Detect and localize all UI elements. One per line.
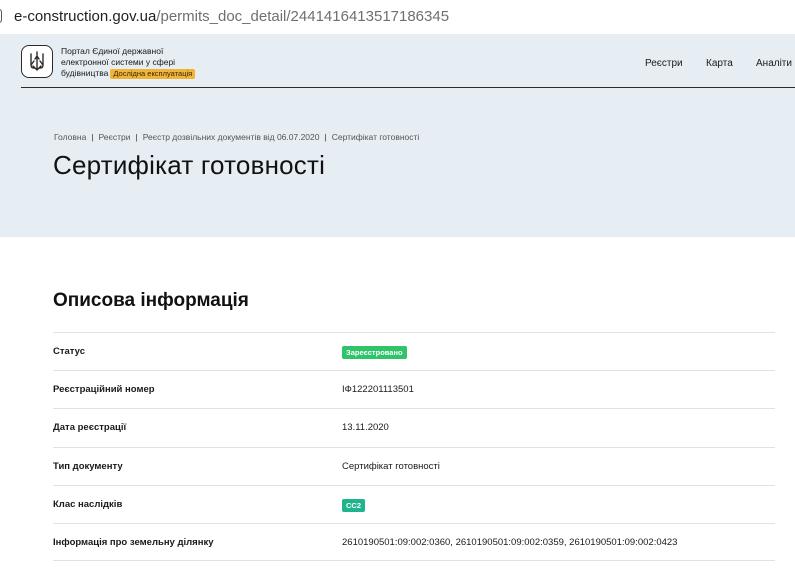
info-table: Статус Зареєстровано Реєстраційний номер… [53,332,775,562]
url-host: e-construction.gov.ua [14,8,157,25]
address-bar[interactable]: e-construction.gov.ua/permits_doc_detail… [0,0,795,34]
status-badge: Зареєстровано [342,346,407,359]
info-label: Клас наслідків [53,498,123,510]
info-label: Статус [53,346,86,357]
info-label: Тип документу [53,460,123,472]
trident-icon [30,50,44,71]
info-row-land-plot: Інформація про земельну ділянку 26101905… [53,522,775,562]
consequence-class-badge: СС2 [342,498,366,512]
page-title: Сертифікат готовності [53,150,326,180]
info-label: Реєстраційний номер [53,384,155,396]
nav-registries[interactable]: Реєстри [645,58,683,69]
site-header: Портал Єдиної державної електронної сист… [21,40,795,88]
info-value: 2610190501:09:002:0360, 2610190501:09:00… [342,536,678,548]
breadcrumb-separator: | [135,132,138,142]
breadcrumb-home[interactable]: Головна [54,132,86,142]
info-label: Дата реєстрації [53,422,127,434]
lock-icon [0,9,2,23]
breadcrumb-separator: | [91,132,94,142]
info-value: 13.11.2020 [342,422,389,434]
url-text[interactable]: e-construction.gov.ua/permits_doc_detail… [14,8,449,26]
info-row-document-type: Тип документу Сертифікат готовності [53,446,775,485]
section-title: Описова інформація [53,290,249,311]
info-value: ІФ122201113501 [342,384,414,396]
nav-map[interactable]: Карта [706,58,733,69]
info-row-consequence-class: Клас наслідків СС2 [53,484,775,523]
info-label: Інформація про земельну ділянку [53,536,214,548]
breadcrumb: Головна | Реєстри | Реєстр дозвільних докуме… [54,132,419,142]
breadcrumb-current: Сертифікат готовності [331,132,420,142]
nav-analytics[interactable]: Аналіти [756,58,792,69]
portal-name-line2: електронної системи у сфері [61,57,176,67]
portal-name-line1: Портал Єдиної державної [61,46,164,56]
url-path: /permits_doc_detail/2441416413517186345 [156,8,450,25]
trial-badge: Дослідна експлуатація [110,69,196,79]
breadcrumb-registry[interactable]: Реєстр дозвільних документів від 06.07.2… [143,132,320,142]
breadcrumb-separator: | [324,132,327,142]
portal-name-line3: будівництва [61,68,109,78]
trident-logo-icon[interactable] [21,45,53,78]
portal-name[interactable]: Портал Єдиної державної електронної сист… [61,46,231,79]
info-row-registration-number: Реєстраційний номер ІФ122201113501 [53,370,775,408]
breadcrumb-registries[interactable]: Реєстри [99,132,131,142]
info-row-status: Статус Зареєстровано [53,332,775,370]
info-value: Сертифікат готовності [342,460,440,472]
info-row-registration-date: Дата реєстрації 13.11.2020 [53,408,775,446]
